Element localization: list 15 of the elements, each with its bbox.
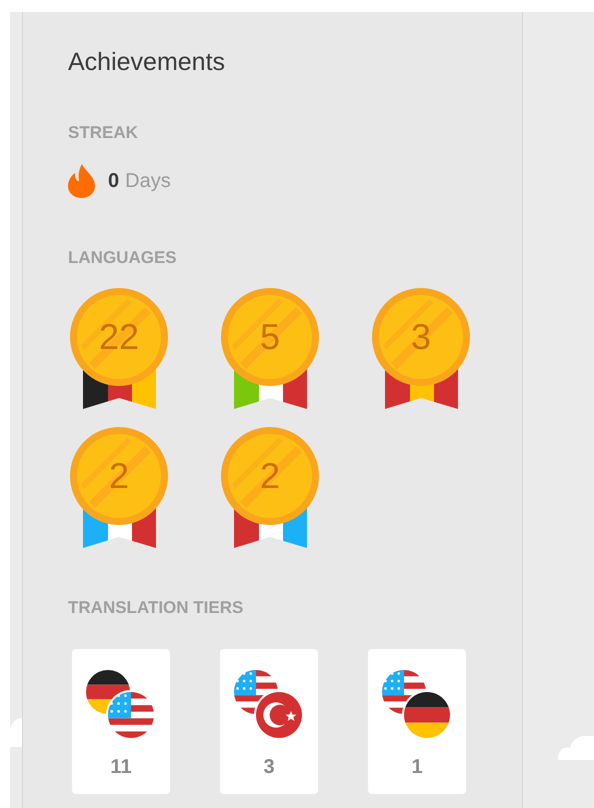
medal-count: 2 [258, 456, 282, 496]
section-title: Achievements [68, 47, 226, 78]
flame-icon [68, 164, 95, 198]
medal-count: 5 [258, 317, 282, 357]
tier-count: 1 [411, 755, 423, 780]
streak-unit: Days [125, 169, 171, 194]
medal-count: 3 [410, 317, 432, 357]
tier-count: 11 [110, 755, 132, 780]
languages-heading: LANGUAGES [68, 247, 178, 269]
streak-heading: STREAK [68, 122, 139, 144]
medal-count: 2 [108, 456, 130, 496]
tier-count: 3 [263, 755, 275, 780]
streak-count: 0 [108, 169, 120, 194]
medal-count: 22 [98, 317, 140, 357]
translation-tiers-heading: TRANSLATION TIERS [68, 597, 244, 619]
